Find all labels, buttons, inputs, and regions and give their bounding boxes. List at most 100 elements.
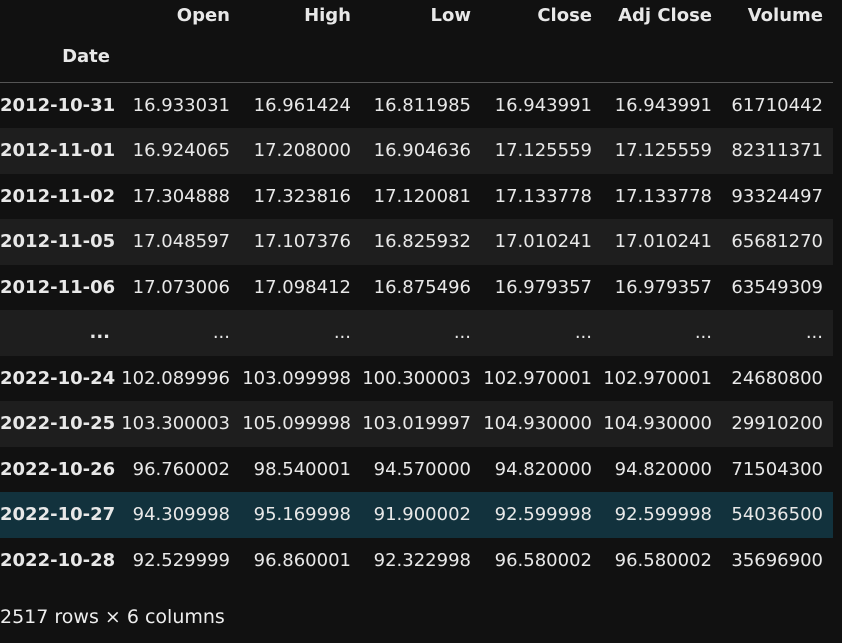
row-index-date: 2022-10-27 [0, 504, 116, 526]
dataframe-table: Open High Low Close Adj Close Volume Dat… [0, 0, 833, 583]
column-header-high: High [304, 4, 351, 26]
cell-close: 17.125559 [494, 140, 592, 162]
cell-close: 16.943991 [494, 95, 592, 116]
cell-volume: 65681270 [731, 231, 823, 253]
cell-low: 16.904636 [373, 140, 471, 162]
index-name-date: Date [0, 30, 120, 83]
row-index-date: 2012-11-01 [0, 140, 116, 162]
cell-close: ... [574, 322, 592, 344]
cell-high: 103.099998 [242, 367, 351, 389]
row-index-date: 2012-11-02 [0, 185, 116, 207]
cell-high: 95.169998 [253, 504, 351, 526]
dataframe-shape-summary: 2517 rows × 6 columns [0, 606, 225, 628]
cell-low: 92.322998 [373, 549, 471, 571]
table-row: 2022-10-28 92.529999 96.860001 92.322998 96.… [0, 537, 833, 583]
cell-open: 16.933031 [132, 95, 230, 116]
cell-volume: 24680800 [731, 367, 823, 389]
row-index-date: 2022-10-24 [0, 367, 116, 389]
cell-adj-close: 16.979357 [614, 276, 712, 298]
column-header-adj-close: Adj Close [618, 4, 712, 26]
column-header-volume: Volume [747, 4, 823, 26]
cell-low: 16.825932 [373, 231, 471, 253]
cell-volume: 93324497 [731, 185, 823, 207]
cell-high: 98.540001 [253, 458, 351, 480]
cell-low: 91.900002 [373, 504, 471, 526]
cell-adj-close: 102.970001 [603, 367, 712, 389]
cell-low: ... [453, 322, 471, 344]
cell-low: 16.875496 [373, 276, 471, 298]
table-row: 2022-10-24 102.089996 103.099998 100.300003… [0, 355, 833, 401]
column-header-low: Low [430, 4, 471, 26]
cell-open: 94.309998 [132, 504, 230, 526]
cell-open: 103.300003 [121, 413, 230, 435]
cell-high: 96.860001 [253, 549, 351, 571]
table-row: ..................... [0, 310, 833, 356]
cell-close: 94.820000 [494, 458, 592, 480]
cell-close: 16.979357 [494, 276, 592, 298]
row-index-date: 2022-10-26 [0, 458, 116, 480]
table-row: 2012-11-02 17.304888 17.323816 17.120081 17.… [0, 173, 833, 219]
row-index-date: ... [89, 322, 110, 344]
cell-high: 17.098412 [253, 276, 351, 298]
cell-adj-close: 17.133778 [614, 185, 712, 207]
table-row: 2022-10-25 103.300003 105.099998 103.019997… [0, 401, 833, 447]
cell-adj-close: 94.820000 [614, 458, 712, 480]
cell-volume: 29910200 [731, 413, 823, 435]
table-row: 2012-11-06 17.073006 17.098412 16.875496 16.… [0, 264, 833, 310]
row-index-date: 2012-11-06 [0, 276, 116, 298]
cell-low: 100.300003 [362, 367, 471, 389]
cell-open: 96.760002 [132, 458, 230, 480]
column-header-close: Close [537, 4, 592, 26]
cell-high: 17.208000 [253, 140, 351, 162]
cell-high: 17.107376 [253, 231, 351, 253]
index-corner [0, 0, 120, 30]
cell-volume: 82311371 [731, 140, 823, 162]
table-row: 2012-11-01 16.924065 17.208000 16.904636 17.… [0, 128, 833, 174]
cell-volume: 71504300 [731, 458, 823, 480]
cell-low: 17.120081 [373, 185, 471, 207]
index-name-row: Date [0, 30, 833, 83]
cell-high: 16.961424 [253, 95, 351, 116]
cell-high: 17.323816 [253, 185, 351, 207]
cell-volume: ... [805, 322, 823, 344]
cell-adj-close: 104.930000 [603, 413, 712, 435]
cell-close: 17.010241 [494, 231, 592, 253]
cell-low: 103.019997 [362, 413, 471, 435]
cell-open: 17.073006 [132, 276, 230, 298]
cell-close: 104.930000 [483, 413, 592, 435]
cell-open: 16.924065 [132, 140, 230, 162]
cell-close: 92.599998 [494, 504, 592, 526]
row-index-date: 2012-10-31 [0, 95, 116, 116]
cell-low: 16.811985 [373, 95, 471, 116]
table-body: 2012-10-31 16.933031 16.961424 16.811985 16.… [0, 82, 833, 583]
table-row: 2012-10-31 16.933031 16.961424 16.811985 16.… [0, 82, 833, 128]
cell-open: 17.304888 [132, 185, 230, 207]
cell-volume: 63549309 [731, 276, 823, 298]
cell-volume: 35696900 [731, 549, 823, 571]
cell-close: 17.133778 [494, 185, 592, 207]
cell-open: 102.089996 [121, 367, 230, 389]
cell-open: ... [212, 322, 230, 344]
cell-adj-close: 17.125559 [614, 140, 712, 162]
table-row: 2022-10-26 96.760002 98.540001 94.570000 94.… [0, 446, 833, 492]
cell-open: 17.048597 [132, 231, 230, 253]
table-row: 2012-11-05 17.048597 17.107376 16.825932 17.… [0, 219, 833, 265]
table-row: 2022-10-27 94.309998 95.169998 91.900002 92.… [0, 492, 833, 538]
table-header: Open High Low Close Adj Close Volume Dat… [0, 0, 833, 83]
cell-volume: 61710442 [731, 95, 823, 116]
cell-adj-close: 92.599998 [614, 504, 712, 526]
cell-adj-close: 17.010241 [614, 231, 712, 253]
row-index-date: 2012-11-05 [0, 231, 116, 253]
column-header-open: Open [176, 4, 230, 26]
row-index-date: 2022-10-25 [0, 413, 116, 435]
cell-adj-close: 16.943991 [614, 95, 712, 116]
row-index-date: 2022-10-28 [0, 549, 116, 571]
cell-high: ... [333, 322, 351, 344]
dataframe-output: Open High Low Close Adj Close Volume Dat… [0, 0, 842, 643]
cell-high: 105.099998 [242, 413, 351, 435]
cell-adj-close: ... [694, 322, 712, 344]
cell-volume: 54036500 [731, 504, 823, 526]
cell-open: 92.529999 [132, 549, 230, 571]
column-header-row: Open High Low Close Adj Close Volume [0, 0, 833, 30]
cell-close: 102.970001 [483, 367, 592, 389]
